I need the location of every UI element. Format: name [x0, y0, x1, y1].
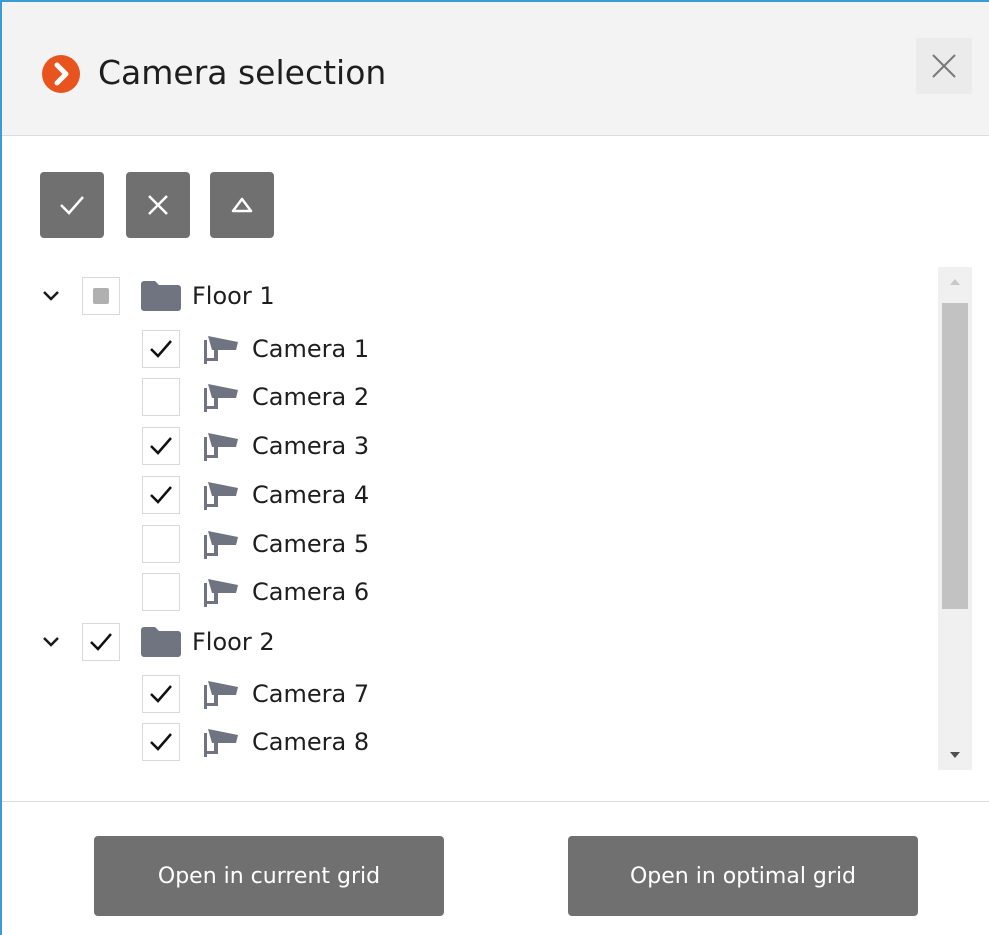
chevron-right-circle-icon	[42, 55, 80, 93]
triangle-down-icon	[950, 752, 960, 758]
camera-checkbox[interactable]	[142, 476, 180, 514]
close-button[interactable]	[916, 38, 972, 94]
dialog-title: Camera selection	[98, 53, 387, 92]
footer-divider	[2, 801, 989, 802]
close-icon	[932, 54, 956, 78]
deselect-all-button[interactable]	[126, 172, 190, 238]
open-in-optimal-grid-button[interactable]: Open in optimal grid	[568, 836, 918, 916]
tree-group-row: Floor 1	[2, 272, 932, 320]
camera-icon	[204, 482, 238, 510]
tree-camera-row[interactable]: Camera 8	[2, 718, 932, 766]
dialog-header: Camera selection	[2, 2, 989, 136]
tree-group-row: Floor 2	[2, 618, 932, 666]
chevron-down-icon[interactable]	[42, 636, 60, 648]
camera-checkbox[interactable]	[142, 427, 180, 465]
tree-scrollbar[interactable]	[938, 267, 972, 770]
camera-icon	[204, 336, 238, 364]
tree-camera-row[interactable]: Camera 6	[2, 568, 932, 616]
partial-indicator	[93, 288, 109, 304]
check-icon	[90, 633, 112, 651]
camera-selection-dialog: Camera selection Floor 1 Camera 1 Camera…	[0, 0, 989, 935]
tree-camera-row[interactable]: Camera 5	[2, 520, 932, 568]
check-icon	[150, 685, 172, 703]
check-icon	[150, 437, 172, 455]
camera-tree: Floor 1 Camera 1 Camera 2 Camera 3 Camer…	[2, 267, 937, 772]
triangle-up-icon	[950, 279, 960, 285]
camera-label: Camera 1	[252, 335, 370, 363]
camera-icon	[204, 681, 238, 709]
camera-checkbox[interactable]	[142, 330, 180, 368]
camera-label: Camera 5	[252, 530, 370, 558]
tree-camera-row[interactable]: Camera 1	[2, 325, 932, 373]
camera-icon	[204, 579, 238, 607]
tree-camera-row[interactable]: Camera 2	[2, 373, 932, 421]
scroll-thumb[interactable]	[942, 303, 968, 609]
folder-icon	[141, 281, 181, 311]
group-checkbox[interactable]	[82, 277, 120, 315]
camera-label: Camera 8	[252, 728, 370, 756]
triangle-up-icon	[231, 197, 253, 213]
camera-label: Camera 6	[252, 578, 370, 606]
camera-label: Camera 2	[252, 383, 370, 411]
scroll-up-button[interactable]	[938, 267, 972, 297]
camera-checkbox[interactable]	[142, 573, 180, 611]
tree-camera-row[interactable]: Camera 4	[2, 471, 932, 519]
camera-checkbox[interactable]	[142, 525, 180, 563]
group-label: Floor 1	[192, 282, 275, 310]
group-checkbox[interactable]	[82, 623, 120, 661]
camera-checkbox[interactable]	[142, 378, 180, 416]
select-all-button[interactable]	[40, 172, 104, 238]
chevron-down-icon[interactable]	[42, 290, 60, 302]
camera-icon	[204, 384, 238, 412]
x-icon	[148, 195, 168, 215]
tree-camera-row[interactable]: Camera 3	[2, 422, 932, 470]
scroll-down-button[interactable]	[938, 740, 972, 770]
camera-icon	[204, 433, 238, 461]
check-icon	[150, 340, 172, 358]
camera-label: Camera 3	[252, 432, 370, 460]
camera-icon	[204, 531, 238, 559]
camera-checkbox[interactable]	[142, 675, 180, 713]
check-icon	[150, 486, 172, 504]
camera-icon	[204, 729, 238, 757]
check-icon	[150, 733, 172, 751]
folder-icon	[141, 627, 181, 657]
check-icon	[60, 196, 84, 215]
camera-checkbox[interactable]	[142, 723, 180, 761]
open-in-current-grid-button[interactable]: Open in current grid	[94, 836, 444, 916]
camera-label: Camera 4	[252, 481, 370, 509]
collapse-all-button[interactable]	[210, 172, 274, 238]
camera-label: Camera 7	[252, 680, 370, 708]
tree-camera-row[interactable]: Camera 7	[2, 670, 932, 718]
group-label: Floor 2	[192, 628, 275, 656]
